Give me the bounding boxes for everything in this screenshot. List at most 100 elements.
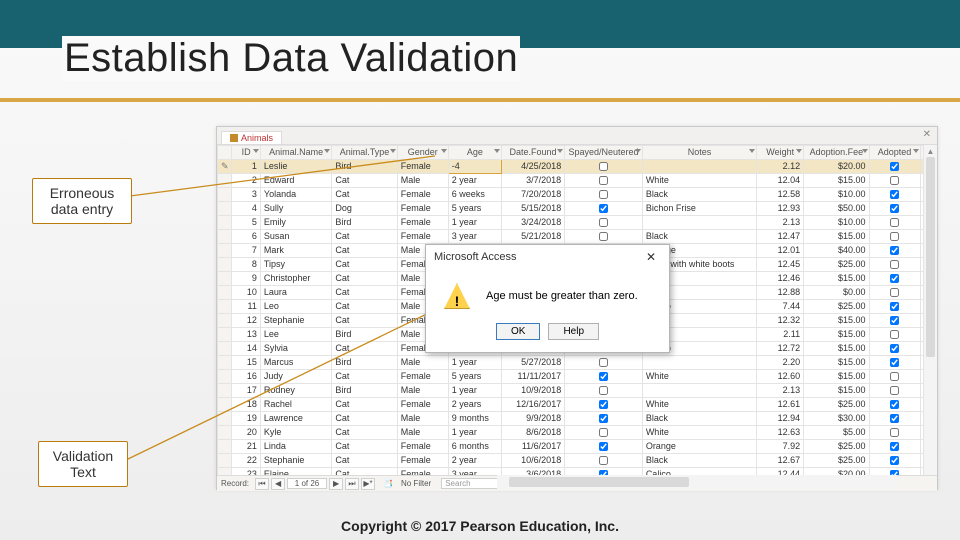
cell[interactable]: Bichon Frise [642, 202, 756, 216]
cell[interactable]: 17 [232, 384, 261, 398]
cell[interactable]: 12.45 [757, 258, 804, 272]
cell[interactable]: 1 year [448, 384, 501, 398]
cell[interactable]: 9 [232, 272, 261, 286]
cell[interactable]: 12.88 [757, 286, 804, 300]
cell[interactable]: Female [397, 202, 448, 216]
cell[interactable]: Cat [332, 398, 397, 412]
cell[interactable]: 12.63 [757, 426, 804, 440]
cell[interactable]: Bird [332, 356, 397, 370]
cell[interactable] [869, 272, 920, 286]
cell[interactable] [565, 174, 643, 188]
cell[interactable]: Cat [332, 258, 397, 272]
cell[interactable]: 7/20/2018 [501, 188, 564, 202]
cell[interactable]: 12.72 [757, 342, 804, 356]
cell[interactable]: 12.67 [757, 454, 804, 468]
cell[interactable]: Male [397, 356, 448, 370]
vertical-scrollbar[interactable]: ▲ [923, 145, 937, 475]
cell[interactable]: 12.01 [757, 244, 804, 258]
col-header[interactable]: Animal.Type [332, 146, 397, 160]
cell[interactable]: $5.00 [804, 426, 869, 440]
table-row[interactable]: 3YolandaCatFemale6 weeks7/20/2018Black12… [218, 188, 937, 202]
table-row[interactable]: ✎1LeslieBirdFemale-44/25/20182.12$20.00 [218, 160, 937, 174]
cell[interactable]: Marcus [260, 356, 331, 370]
cell[interactable]: Elaine [260, 468, 331, 476]
cell[interactable]: Black [642, 412, 756, 426]
table-row[interactable]: 5EmilyBirdFemale1 year3/24/20182.13$10.0… [218, 216, 937, 230]
table-row[interactable]: 4SullyDogFemale5 years5/15/2018Bichon Fr… [218, 202, 937, 216]
cell[interactable]: $40.00 [804, 244, 869, 258]
cell[interactable]: 11/6/2017 [501, 440, 564, 454]
cell[interactable] [642, 356, 756, 370]
cell[interactable] [565, 370, 643, 384]
col-header[interactable] [218, 146, 232, 160]
cell[interactable] [218, 440, 232, 454]
cell[interactable] [565, 412, 643, 426]
cell[interactable] [869, 426, 920, 440]
col-header[interactable]: Date.Found [501, 146, 564, 160]
table-row[interactable]: 22StephanieCatFemale2 year10/6/2018Black… [218, 454, 937, 468]
cell[interactable]: 1 year [448, 356, 501, 370]
cell[interactable]: $15.00 [804, 370, 869, 384]
cell[interactable]: $15.00 [804, 230, 869, 244]
help-button[interactable]: Help [548, 323, 599, 340]
cell[interactable] [565, 384, 643, 398]
cell[interactable]: Female [397, 398, 448, 412]
table-row[interactable]: 20KyleCatMale1 year8/6/2018White12.63$5.… [218, 426, 937, 440]
cell[interactable]: Dog [332, 202, 397, 216]
cell[interactable]: 1 year [448, 216, 501, 230]
cell[interactable]: $20.00 [804, 468, 869, 476]
col-header[interactable]: Animal.Name [260, 146, 331, 160]
cell[interactable] [869, 174, 920, 188]
cell[interactable] [642, 160, 756, 174]
cell[interactable]: 12.93 [757, 202, 804, 216]
cell[interactable]: 12.58 [757, 188, 804, 202]
cell[interactable]: $10.00 [804, 216, 869, 230]
cell[interactable] [218, 188, 232, 202]
cell[interactable]: ✎ [218, 160, 232, 174]
nav-next-button[interactable]: ▶ [329, 478, 343, 490]
cell[interactable] [565, 398, 643, 412]
cell[interactable]: Bird [332, 216, 397, 230]
cell[interactable]: $25.00 [804, 300, 869, 314]
cell[interactable]: 11/11/2017 [501, 370, 564, 384]
cell[interactable] [869, 328, 920, 342]
cell[interactable] [218, 300, 232, 314]
cell[interactable]: $25.00 [804, 258, 869, 272]
table-row[interactable]: 23ElaineCatFemale3 year3/6/2018Calico12.… [218, 468, 937, 476]
cell[interactable]: 7.44 [757, 300, 804, 314]
col-header[interactable]: Spayed/Neutered [565, 146, 643, 160]
cell[interactable]: 3 [232, 188, 261, 202]
cell[interactable]: 3/6/2018 [501, 468, 564, 476]
cell[interactable]: 5 years [448, 202, 501, 216]
cell[interactable]: 6 [232, 230, 261, 244]
cell[interactable]: 12.47 [757, 230, 804, 244]
cell[interactable] [218, 328, 232, 342]
cell[interactable]: $15.00 [804, 314, 869, 328]
cell[interactable] [869, 300, 920, 314]
cell[interactable]: 6 months [448, 440, 501, 454]
cell[interactable]: Black [642, 454, 756, 468]
cell[interactable]: 5/21/2018 [501, 230, 564, 244]
col-header[interactable]: Adopted [869, 146, 920, 160]
cell[interactable] [565, 454, 643, 468]
cell[interactable] [869, 202, 920, 216]
cell[interactable]: Female [397, 188, 448, 202]
cell[interactable]: 12/16/2017 [501, 398, 564, 412]
horizontal-scrollbar[interactable] [497, 475, 897, 489]
cell[interactable]: Christopher [260, 272, 331, 286]
cell[interactable]: White [642, 174, 756, 188]
cell[interactable]: $20.00 [804, 160, 869, 174]
hscroll-thumb[interactable] [509, 477, 689, 487]
cell[interactable] [642, 384, 756, 398]
table-row[interactable]: 17RodneyBirdMale1 year10/9/20182.13$15.0… [218, 384, 937, 398]
table-row[interactable]: 15MarcusBirdMale1 year5/27/20182.20$15.0… [218, 356, 937, 370]
cell[interactable]: Rodney [260, 384, 331, 398]
cell[interactable]: 7.92 [757, 440, 804, 454]
cell[interactable]: Male [397, 384, 448, 398]
cell[interactable]: 12.60 [757, 370, 804, 384]
col-header[interactable]: Age [448, 146, 501, 160]
cell[interactable] [218, 314, 232, 328]
cell[interactable] [218, 174, 232, 188]
cell[interactable] [869, 384, 920, 398]
cell[interactable]: 8/6/2018 [501, 426, 564, 440]
